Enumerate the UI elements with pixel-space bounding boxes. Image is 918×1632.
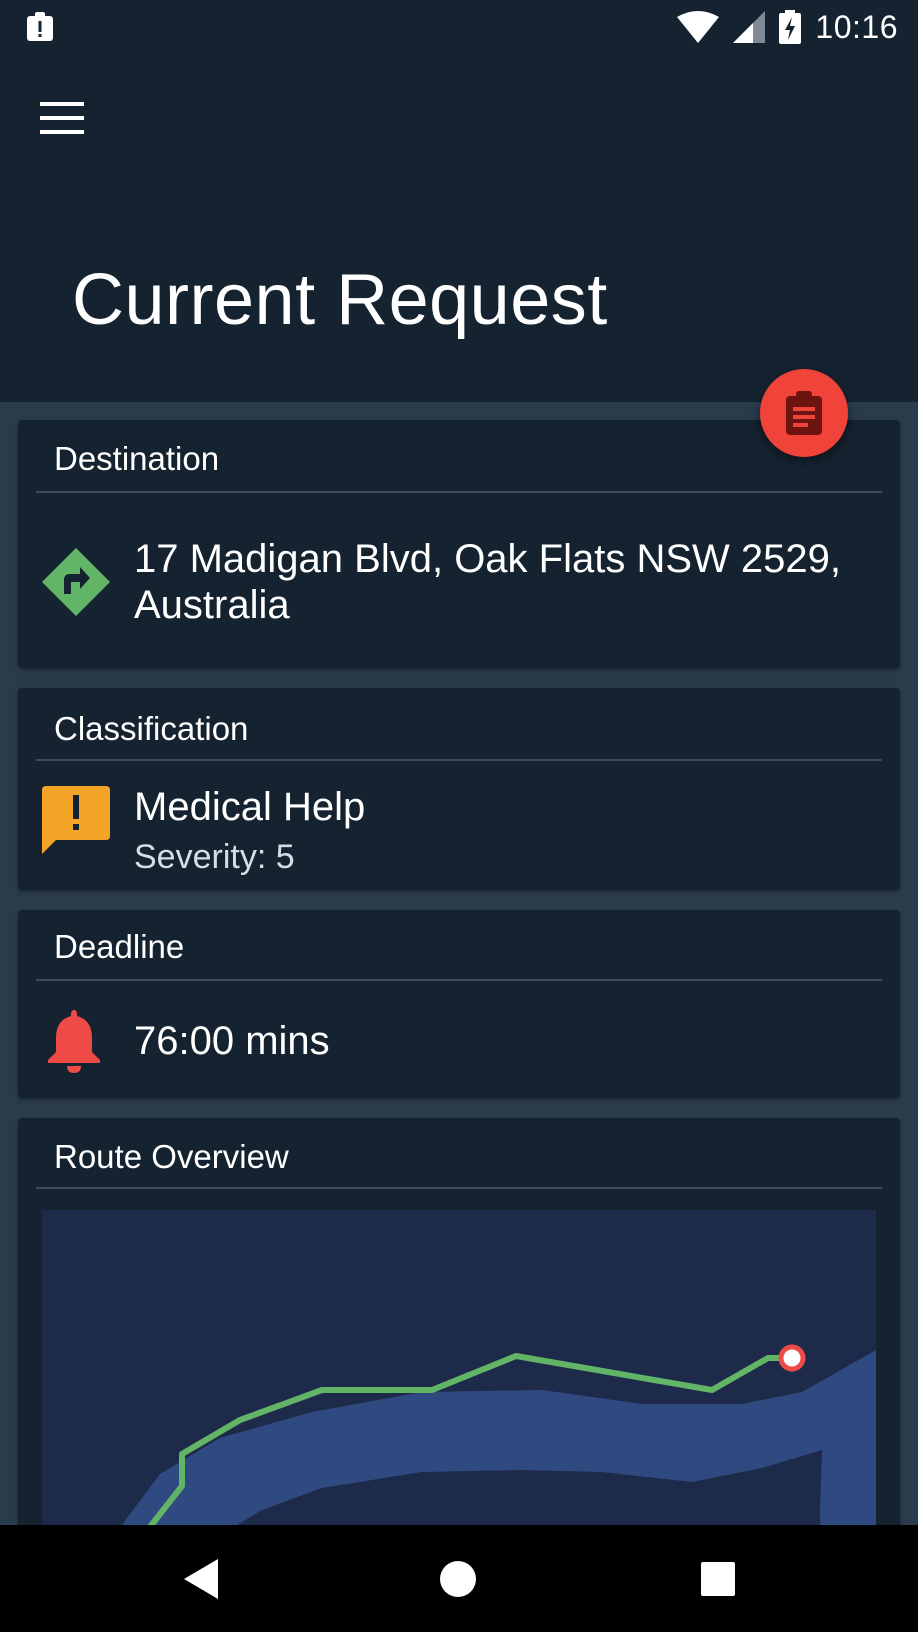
severity: Severity: 5 xyxy=(134,838,365,877)
home-circle-icon[interactable] xyxy=(428,1549,488,1609)
divider xyxy=(36,1187,882,1189)
menu-button[interactable] xyxy=(30,90,94,146)
system-nav-bar xyxy=(0,1525,918,1632)
destination-address: 17 Madigan Blvd, Oak Flats NSW 2529, Aus… xyxy=(134,536,841,628)
directions-diamond-icon xyxy=(42,548,110,616)
classification-header: Classification xyxy=(54,710,249,747)
wifi-icon xyxy=(677,11,720,43)
bell-icon xyxy=(48,1010,100,1073)
clipboard-alert-icon xyxy=(27,12,53,41)
address-line-1: 17 Madigan Blvd, Oak Flats NSW 2529, xyxy=(134,537,841,581)
destination-header: Destination xyxy=(54,440,220,477)
clipboard-text-icon xyxy=(786,391,822,435)
destination-marker[interactable] xyxy=(778,1344,806,1372)
status-bar: 10:16 xyxy=(0,0,918,54)
route-overview-header: Route Overview xyxy=(54,1138,289,1175)
status-time: 10:16 xyxy=(815,8,898,45)
battery-charging-icon xyxy=(779,10,802,44)
app-bar: Current Request xyxy=(0,54,918,402)
classification-type: Medical Help xyxy=(134,785,366,829)
deadline-card: Deadline 76:00 mins xyxy=(18,910,900,1098)
recents-square-icon[interactable] xyxy=(688,1549,748,1609)
divider xyxy=(36,759,882,761)
address-line-2: Australia xyxy=(134,583,290,627)
classification-card: Classification Medical Help Severity: 5 xyxy=(18,688,900,890)
back-triangle-icon[interactable] xyxy=(172,1549,232,1609)
hamburger-menu-icon xyxy=(40,102,84,134)
cell-signal-icon xyxy=(733,11,766,43)
alert-message-icon xyxy=(42,786,110,854)
severity-label: Severity: xyxy=(134,838,267,876)
deadline-value: 76:00 mins xyxy=(134,1019,330,1063)
destination-card: Destination 17 Madigan Blvd, Oak Flats N… xyxy=(18,420,900,668)
deadline-header: Deadline xyxy=(54,928,185,965)
divider xyxy=(36,979,882,981)
request-details-fab[interactable] xyxy=(760,369,848,457)
severity-value: 5 xyxy=(275,838,295,876)
divider xyxy=(36,491,882,493)
page-title: Current Request xyxy=(72,260,608,340)
